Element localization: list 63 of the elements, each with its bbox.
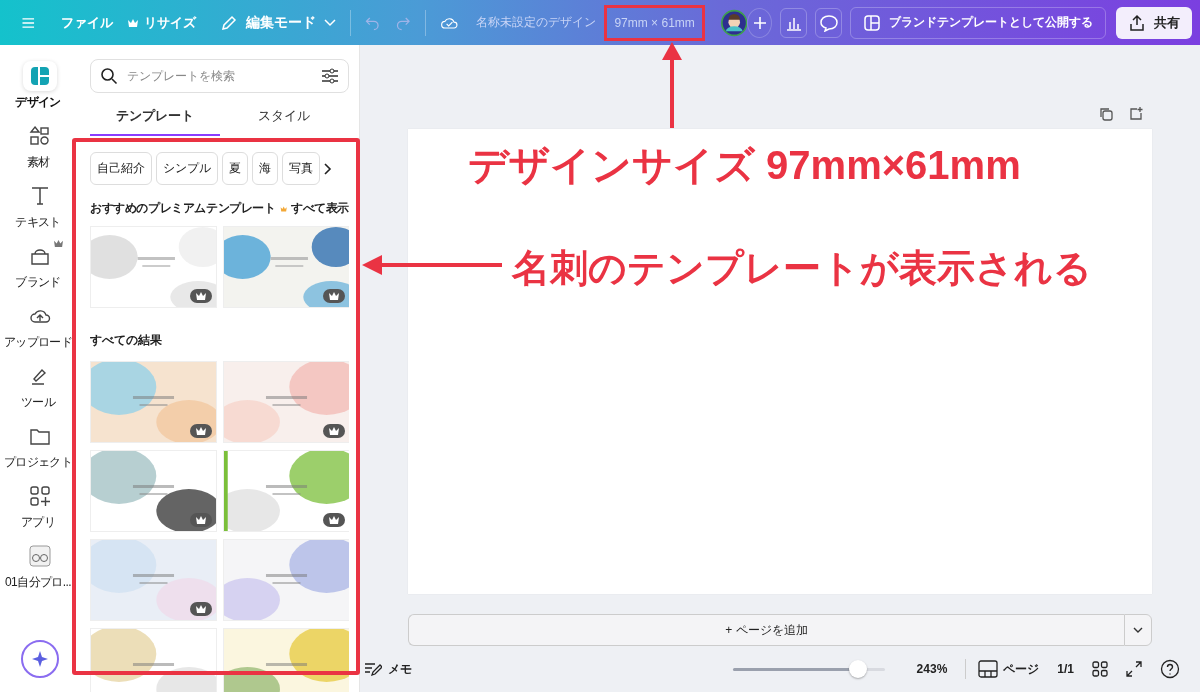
filter-chip[interactable]: シンプル (156, 152, 218, 185)
add-page-button[interactable]: + ページを追加 (408, 614, 1124, 647)
design-size: 97mm × 61mm (604, 4, 705, 41)
fullscreen-icon[interactable] (1126, 661, 1142, 678)
magic-button[interactable] (21, 640, 59, 678)
notes-icon (364, 661, 382, 678)
zoom-reading: 243% (916, 662, 948, 677)
plus-icon (752, 15, 767, 30)
section-heading: おすすめのプレミアムテンプレート (90, 201, 276, 216)
panel-tab[interactable]: スタイル (219, 99, 349, 136)
sidebar-item[interactable]: アップロード (0, 297, 80, 357)
filter-chip[interactable]: 海 (252, 152, 278, 185)
chevron-down-icon (1133, 627, 1143, 634)
crown-icon (328, 291, 340, 301)
speech-bubble-icon (818, 13, 839, 32)
filter-chip[interactable]: 写真 (282, 152, 320, 185)
sidebar-item[interactable]: プロジェクト (0, 417, 80, 477)
help-icon[interactable] (1160, 659, 1180, 680)
sparkle-icon (31, 650, 49, 668)
chevron-right-icon[interactable] (324, 162, 332, 175)
sidebar-item[interactable]: 素材 (0, 117, 80, 177)
filter-icon[interactable] (321, 68, 339, 84)
grid-view-icon[interactable] (1092, 661, 1108, 678)
layout-icon (29, 65, 51, 87)
sidebar-item[interactable]: 01自分プロ... (0, 537, 80, 597)
pencil-icon (219, 13, 238, 32)
sidebar-item[interactable]: デザイン (0, 57, 80, 117)
pages-button[interactable]: ページ (978, 660, 1040, 679)
sidebar-item[interactable]: テキスト (0, 177, 80, 237)
add-page-icon[interactable] (1128, 106, 1144, 122)
crown-icon (195, 291, 207, 301)
see-all-link[interactable]: すべて表示 (291, 201, 349, 216)
filter-chip[interactable]: 自己紹介 (90, 152, 152, 185)
text-icon (29, 185, 51, 207)
crown-icon (195, 515, 207, 525)
search-field[interactable]: テンプレートを検索 (90, 59, 349, 93)
notes-button[interactable]: メモ (364, 660, 412, 678)
add-page-menu-button[interactable] (1124, 614, 1152, 647)
sidebar-item[interactable]: ブランド (0, 237, 80, 297)
crown-icon (195, 426, 207, 436)
crown-icon (328, 515, 340, 525)
upload-icon (1128, 13, 1146, 32)
shapes-icon (29, 125, 51, 147)
panel-tab[interactable]: テンプレート (90, 99, 220, 136)
crown-icon (328, 426, 340, 436)
comment-button[interactable] (815, 7, 842, 38)
filter-chip[interactable]: 夏 (222, 152, 248, 185)
zoom-slider[interactable] (732, 660, 885, 679)
project-thumbnail-icon (29, 545, 51, 567)
template-icon (863, 13, 881, 32)
page-count: 1/1 (1057, 662, 1074, 677)
share-button[interactable]: 共有 (1116, 6, 1192, 39)
crown-icon (126, 17, 139, 28)
publish-button[interactable]: ブランドテンプレートとして公開する (850, 6, 1106, 39)
section-heading: すべての結果 (90, 332, 163, 349)
crown-icon (195, 604, 207, 614)
chevron-down-icon (323, 18, 336, 27)
sidebar-item[interactable]: アプリ (0, 477, 80, 537)
apps-icon (29, 485, 51, 507)
pages-icon (978, 660, 999, 679)
sidebar-item[interactable]: ツール (0, 357, 80, 417)
duplicate-page-icon[interactable] (1098, 106, 1114, 122)
insights-button[interactable] (780, 7, 808, 38)
